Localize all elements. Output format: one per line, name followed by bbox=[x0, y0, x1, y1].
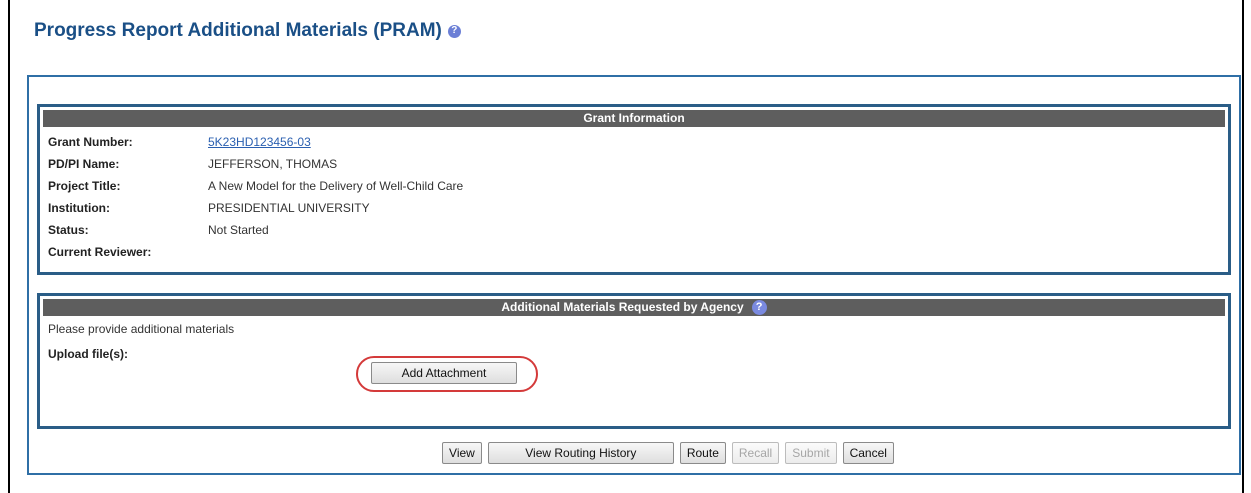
page-frame: Progress Report Additional Materials (PR… bbox=[8, 0, 1244, 493]
institution-row: Institution: PRESIDENTIAL UNIVERSITY bbox=[40, 197, 1228, 219]
action-button-bar: View View Routing History Route Recall S… bbox=[29, 442, 1239, 464]
upload-row: Upload file(s): bbox=[40, 343, 1228, 365]
grant-number-label: Grant Number: bbox=[48, 135, 133, 149]
view-routing-history-button[interactable]: View Routing History bbox=[487, 442, 674, 464]
current-reviewer-label: Current Reviewer: bbox=[48, 245, 152, 259]
additional-materials-section: Additional Materials Requested by Agency… bbox=[37, 293, 1231, 429]
outer-panel: Grant Information Grant Number: 5K23HD12… bbox=[27, 75, 1241, 475]
current-reviewer-row: Current Reviewer: bbox=[40, 241, 1228, 263]
grant-number-link[interactable]: 5K23HD123456-03 bbox=[208, 135, 311, 149]
pdpi-name-row: PD/PI Name: JEFFERSON, THOMAS bbox=[40, 153, 1228, 175]
institution-value: PRESIDENTIAL UNIVERSITY bbox=[208, 201, 370, 215]
status-value: Not Started bbox=[208, 223, 269, 237]
route-button[interactable]: Route bbox=[679, 442, 726, 464]
page-title-text: Progress Report Additional Materials (PR… bbox=[34, 20, 442, 41]
question-circle-icon[interactable]: ? bbox=[447, 24, 461, 38]
grant-info-list: Grant Number: 5K23HD123456-03 PD/PI Name… bbox=[40, 127, 1228, 263]
additional-materials-header-label: Additional Materials Requested by Agency bbox=[501, 300, 744, 314]
cancel-button[interactable]: Cancel bbox=[842, 442, 894, 464]
recall-button[interactable]: Recall bbox=[731, 442, 780, 464]
project-title-value: A New Model for the Delivery of Well-Chi… bbox=[208, 179, 464, 193]
institution-label: Institution: bbox=[48, 201, 110, 215]
status-row: Status: Not Started bbox=[40, 219, 1228, 241]
pdpi-name-value: JEFFERSON, THOMAS bbox=[208, 157, 338, 171]
grant-number-row: Grant Number: 5K23HD123456-03 bbox=[40, 131, 1228, 153]
instruction-text: Please provide additional materials bbox=[48, 322, 235, 336]
submit-button[interactable]: Submit bbox=[785, 442, 837, 464]
pdpi-name-label: PD/PI Name: bbox=[48, 157, 120, 171]
grant-information-section: Grant Information Grant Number: 5K23HD12… bbox=[37, 104, 1231, 275]
project-title-label: Project Title: bbox=[48, 179, 121, 193]
instruction-row: Please provide additional materials bbox=[40, 318, 1228, 340]
view-button[interactable]: View bbox=[442, 442, 482, 464]
project-title-row: Project Title: A New Model for the Deliv… bbox=[40, 175, 1228, 197]
grant-information-header: Grant Information bbox=[43, 110, 1225, 127]
add-attachment-button[interactable]: Add Attachment bbox=[371, 362, 517, 384]
page-title: Progress Report Additional Materials (PR… bbox=[34, 20, 461, 42]
status-label: Status: bbox=[48, 223, 89, 237]
upload-label: Upload file(s): bbox=[48, 347, 128, 361]
grant-information-header-label: Grant Information bbox=[583, 111, 685, 125]
question-circle-icon[interactable]: ? bbox=[751, 300, 767, 315]
additional-materials-header: Additional Materials Requested by Agency… bbox=[43, 299, 1225, 316]
